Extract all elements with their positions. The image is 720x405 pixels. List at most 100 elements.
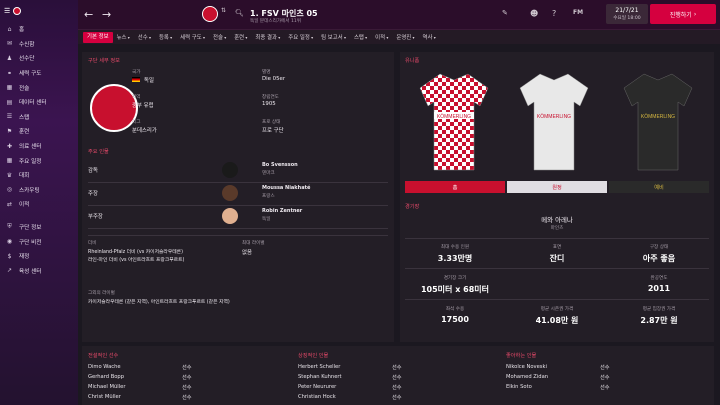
sidebar-top: ☰	[0, 0, 78, 22]
tab-1[interactable]: 뉴스 ▾	[113, 32, 134, 43]
tab-4[interactable]: 세력 구도 ▾	[176, 32, 209, 43]
sidebar-item-label: 스카우팅	[19, 187, 40, 194]
sidebar-item-16[interactable]: ↗ 육성 센터	[0, 264, 78, 279]
list-item-name[interactable]: Peter Neururer	[298, 384, 336, 390]
favoured-title[interactable]: 좋아하는 인물	[506, 352, 536, 359]
sidebar-item-2[interactable]: ♟ 선수단	[0, 51, 78, 66]
tab-0[interactable]: 기본 정보	[83, 31, 113, 43]
crest-icon[interactable]	[13, 7, 22, 15]
sidebar-item-label: 구단 정보	[19, 225, 42, 232]
third-kit-tab[interactable]: 예비	[609, 181, 709, 193]
sidebar-item-4[interactable]: ▦ 전술	[0, 80, 78, 95]
time-text: 수요일 18:00	[613, 16, 641, 21]
search-icon[interactable]: 🔍︎	[235, 9, 244, 17]
sidebar-item-7[interactable]: ⚑ 훈련	[0, 124, 78, 139]
person-nation: 독일	[262, 217, 271, 222]
back-icon[interactable]: ←	[84, 8, 93, 21]
person-name[interactable]: Robin Zentner	[262, 208, 302, 214]
icons-title[interactable]: 상징적인 인물	[298, 352, 328, 359]
sidebar-item-11[interactable]: ◎ 스카우팅	[0, 183, 78, 198]
sidebar-item-9[interactable]: ▦ 주요 일정	[0, 153, 78, 168]
tab-9[interactable]: 팀 보고서 ▾	[317, 32, 350, 43]
tab-7[interactable]: 최종 결과 ▾	[251, 32, 284, 43]
tab-label: 세력 구도	[180, 34, 202, 41]
sidebar-item-3[interactable]: ⚭ 세력 구도	[0, 66, 78, 81]
list-item-name[interactable]: Gerhard Bopp	[88, 374, 124, 380]
sidebar-item-13[interactable]: ⛨ 구단 정보	[0, 220, 78, 235]
nation-value: 독일	[144, 78, 154, 84]
kits-title[interactable]: 유니폼	[405, 57, 419, 64]
sidebar-item-5[interactable]: ▤ 데이터 센터	[0, 95, 78, 110]
chevron-down-icon: ▾	[309, 34, 314, 40]
medical-icon: ✚	[6, 142, 13, 150]
list-item-name[interactable]: Michael Müller	[88, 384, 126, 390]
forward-icon[interactable]: →	[102, 8, 111, 21]
chevron-down-icon: ▾	[363, 34, 368, 40]
chevron-down-icon: ▾	[385, 34, 389, 40]
tab-6[interactable]: 훈련 ▾	[230, 32, 251, 43]
list-item-role: 선수	[182, 395, 192, 401]
sidebar-item-label: 재정	[19, 254, 30, 261]
sidebar-item-0[interactable]: ⌂ 홈	[0, 22, 78, 37]
menu-icon[interactable]: ☰	[4, 7, 10, 15]
sidebar-item-6[interactable]: ☰ 스탭	[0, 110, 78, 125]
community-icon[interactable]: ☻	[530, 9, 538, 18]
chevron-down-icon: ▾	[126, 34, 130, 40]
club-info-icon: ⛨	[7, 223, 12, 231]
list-item-role: 선수	[600, 385, 610, 391]
nickname-label: 별명	[262, 70, 271, 75]
tab-label: 뉴스	[116, 34, 127, 41]
help-icon[interactable]: ?	[552, 9, 556, 18]
list-item-name[interactable]: Dimo Wache	[88, 364, 121, 370]
tab-3[interactable]: 등록 ▾	[155, 32, 176, 43]
divider	[88, 205, 388, 206]
list-item-name[interactable]: Elkin Soto	[506, 384, 532, 390]
sidebar-item-1[interactable]: ✉ 수신함	[0, 37, 78, 52]
divider	[88, 182, 388, 183]
sidebar-item-14[interactable]: ◉ 구단 비전	[0, 234, 78, 249]
person-name[interactable]: Moussa Niakhaté	[262, 185, 310, 191]
sidebar-item-12[interactable]: ⇄ 이적	[0, 197, 78, 212]
list-item-name[interactable]: Nikolce Noveski	[506, 364, 547, 370]
fm-menu-button[interactable]: FM	[573, 9, 583, 16]
list-item-role: 선수	[392, 375, 402, 381]
list-item-name[interactable]: Christ Müller	[88, 394, 121, 400]
date-box[interactable]: 21/7/21 수요일 18:00	[606, 4, 648, 24]
league-value[interactable]: 분데스리가	[132, 126, 157, 134]
tab-2[interactable]: 선수 ▾	[134, 32, 155, 43]
list-item-name[interactable]: Stephan Kuhnert	[298, 374, 342, 380]
sidebar-item-15[interactable]: $ 재정	[0, 249, 78, 264]
tab-8[interactable]: 주요 일정 ▾	[284, 32, 317, 43]
condition-value: 아주 좋음	[642, 254, 676, 263]
chevron-down-icon: ▾	[244, 34, 248, 40]
home-kit-tab[interactable]: 홈	[405, 181, 505, 193]
other-rivals-label: 그외의 라이벌	[88, 291, 115, 296]
tab-10[interactable]: 스탭 ▾	[350, 32, 371, 43]
sidebar-separator	[0, 212, 78, 220]
legends-title[interactable]: 전설적인 선수	[88, 352, 118, 359]
list-item-name[interactable]: Herbert Scheller	[298, 364, 340, 370]
tab-12[interactable]: 운영진 ▾	[392, 32, 418, 43]
chevron-down-icon: ▾	[411, 34, 415, 40]
key-people-title[interactable]: 주요 인물	[88, 148, 109, 155]
away-kit-tab[interactable]: 원정	[507, 181, 607, 193]
tab-13[interactable]: 역사 ▾	[419, 32, 440, 43]
sidebar-item-10[interactable]: ♛ 대회	[0, 168, 78, 183]
home-icon: ⌂	[7, 25, 12, 33]
club-switch-icon[interactable]: ⇅	[221, 7, 226, 14]
list-item-name[interactable]: Mohamed Zidan	[506, 374, 548, 380]
person-name[interactable]: Bo Svensson	[262, 162, 298, 168]
tab-5[interactable]: 전술 ▾	[209, 32, 230, 43]
edit-icon[interactable]: ✎	[502, 9, 508, 17]
club-crest-icon[interactable]	[202, 6, 218, 22]
continue-button[interactable]: 진행하기 ›	[650, 4, 716, 24]
list-item-name[interactable]: Christian Hock	[298, 394, 336, 400]
sidebar-item-8[interactable]: ✚ 의료 센터	[0, 139, 78, 154]
stadium-title[interactable]: 경기장	[405, 203, 419, 210]
chevron-down-icon: ▾	[168, 34, 173, 40]
biggest-rival-label: 최대 라이벌	[242, 241, 265, 246]
person-role: 부주장	[88, 214, 103, 220]
tab-label: 최종 결과	[255, 34, 277, 41]
club-details-title[interactable]: 구단 세부 정보	[88, 57, 120, 64]
tab-11[interactable]: 이적 ▾	[371, 32, 392, 43]
